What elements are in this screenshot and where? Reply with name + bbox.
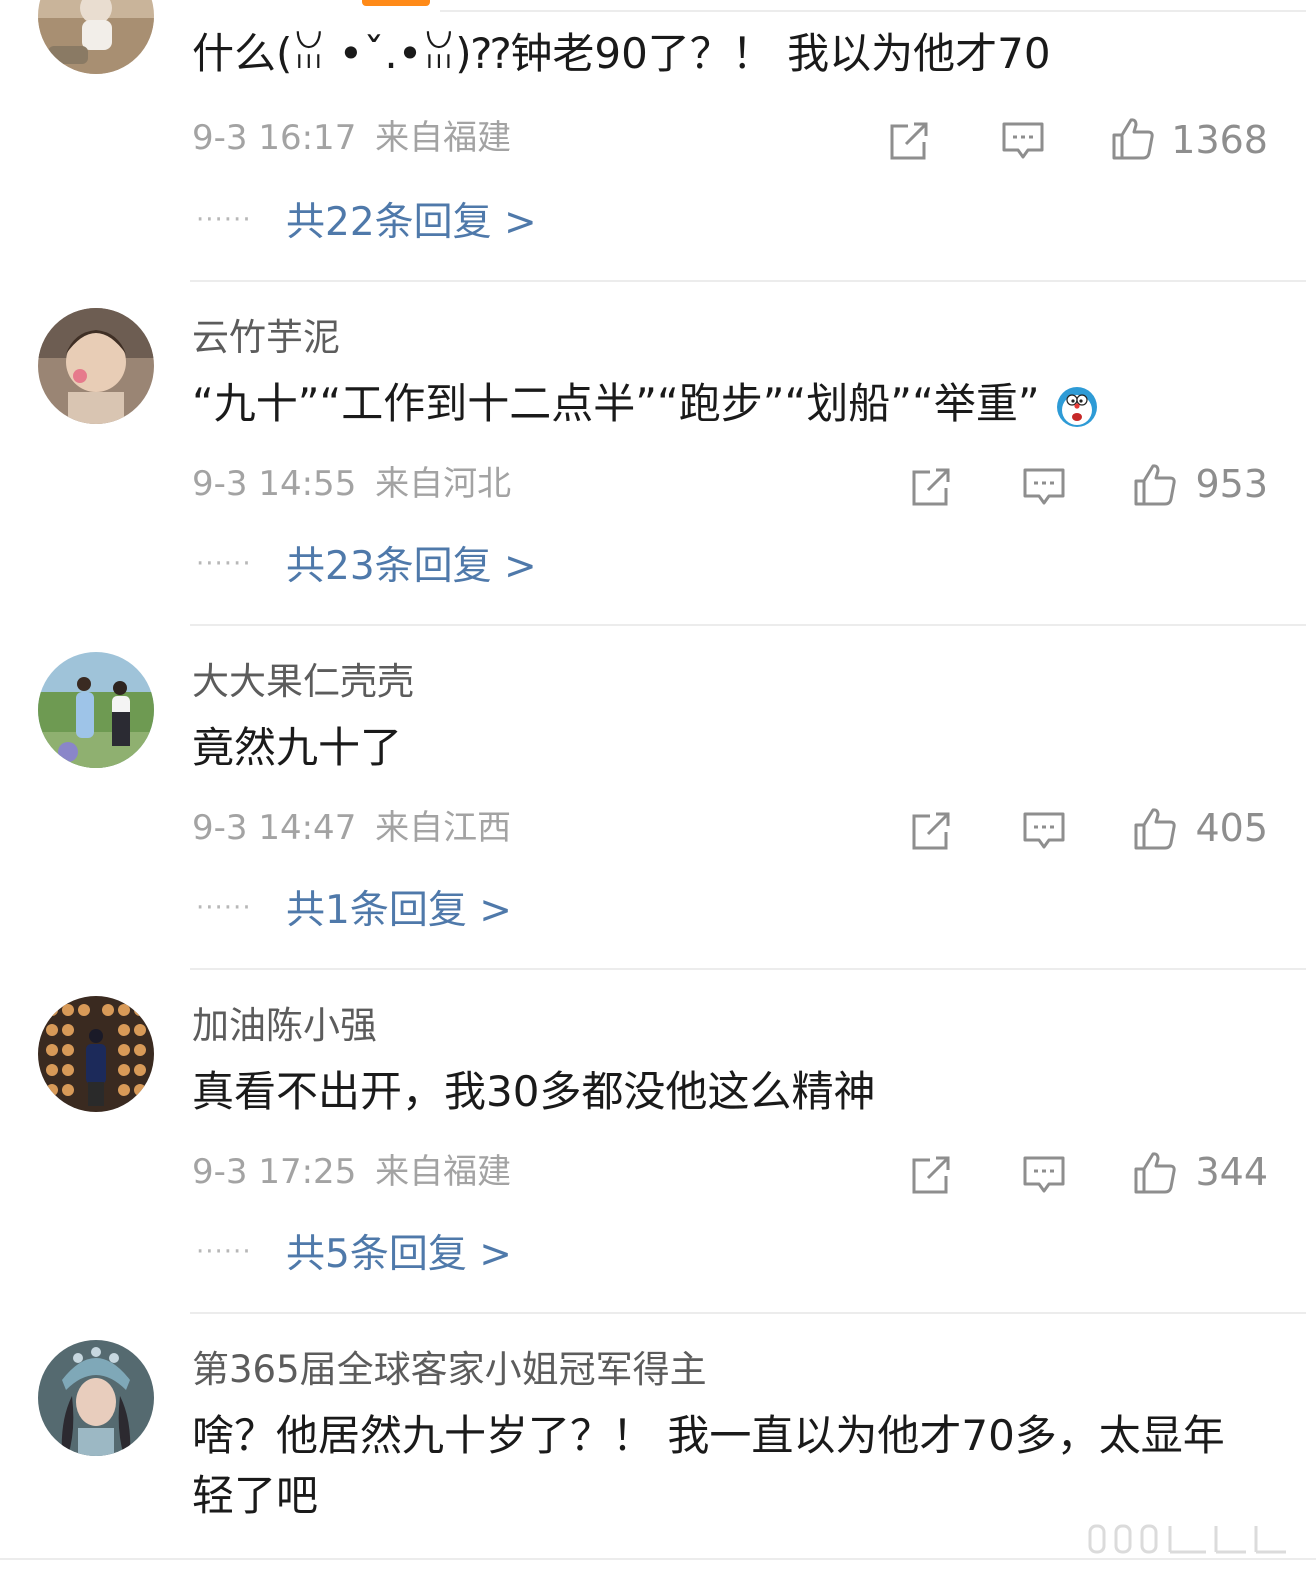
reply-dots: ······	[196, 205, 252, 235]
comment-location: 来自福建	[375, 1152, 512, 1192]
reply-dots: ······	[196, 1237, 252, 1267]
like-count: 1368	[1171, 118, 1268, 162]
comment-username[interactable]: 加油陈小强	[192, 1000, 377, 1052]
comment-time: 9-3 17:25	[192, 1152, 357, 1192]
share-icon[interactable]	[908, 464, 954, 510]
avatar[interactable]	[38, 308, 154, 424]
comment-meta: 9-3 14:55 来自河北	[192, 460, 511, 508]
avatar-image	[38, 652, 154, 768]
comment-text: 真看不出开，我30多都没他这么精神	[192, 1067, 876, 1116]
comment-meta: 9-3 16:17 来自福建	[192, 114, 511, 162]
view-replies-link[interactable]: 共23条回复 >	[286, 540, 537, 594]
doraemon-emoji-icon	[1055, 385, 1099, 429]
comment-time: 9-3 14:55	[192, 464, 357, 504]
share-icon[interactable]	[908, 808, 954, 854]
like-count: 344	[1195, 1150, 1268, 1194]
comment-location: 来自福建	[375, 118, 512, 158]
avatar-image	[38, 996, 154, 1112]
comment-username[interactable]: 云竹芋泥	[192, 312, 340, 364]
comment-divider	[190, 1312, 1306, 1314]
avatar-image	[38, 308, 154, 424]
comment-divider	[190, 968, 1306, 970]
comment-item: 什么(ꈍ •ˇ.•ꈍ)⁇钟老90了？！ 我以为他才70 9-3 16:17 来自…	[0, 0, 1316, 282]
comment-username[interactable]: 大大果仁壳壳	[192, 656, 414, 708]
comment-item: 加油陈小强 真看不出开，我30多都没他这么精神 9-3 17:25 来自福建 3…	[0, 996, 1316, 1314]
comment-divider	[190, 624, 1306, 626]
view-replies-link[interactable]: 共1条回复 >	[286, 884, 512, 938]
like-count: 405	[1195, 806, 1268, 850]
view-replies-link[interactable]: 共5条回复 >	[286, 1228, 512, 1282]
comment-icon[interactable]	[1021, 1152, 1067, 1198]
comment-username[interactable]: 第365届全球客家小姐冠军得主	[192, 1344, 707, 1396]
reply-dots: ······	[196, 893, 252, 923]
comment-location: 来自江西	[375, 808, 512, 848]
reply-dots: ······	[196, 549, 252, 579]
comment-time: 9-3 14:47	[192, 808, 357, 848]
like-count: 953	[1195, 462, 1268, 506]
comment-text: 竟然九十了	[192, 723, 403, 772]
share-icon[interactable]	[886, 118, 932, 164]
comment-item: 大大果仁壳壳 竟然九十了 9-3 14:47 来自江西 405 ······ 共…	[0, 652, 1316, 970]
avatar-image	[38, 0, 154, 74]
comment-icon[interactable]	[1021, 464, 1067, 510]
comment-meta: 9-3 17:25 来自福建	[192, 1148, 511, 1196]
thumbs-up-icon[interactable]	[1110, 116, 1156, 162]
comment-time: 9-3 16:17	[192, 118, 357, 158]
avatar[interactable]	[38, 0, 154, 74]
comment-text-content: “九十”“工作到十二点半”“跑步”“划船”“举重”	[192, 379, 1040, 428]
comment-text: “九十”“工作到十二点半”“跑步”“划船”“举重”	[192, 374, 1252, 434]
avatar[interactable]	[38, 996, 154, 1112]
avatar[interactable]	[38, 1340, 154, 1456]
view-replies-link[interactable]: 共22条回复 >	[286, 196, 537, 250]
watermark-logo	[1086, 1522, 1296, 1556]
comment-divider	[190, 280, 1306, 282]
comment-item: 云竹芋泥 “九十”“工作到十二点半”“跑步”“划船”“举重” 9-3 14:55…	[0, 308, 1316, 626]
avatar-image	[38, 1340, 154, 1456]
bottom-divider	[0, 1558, 1316, 1560]
comment-location: 来自河北	[375, 464, 512, 504]
comment-text: 什么(ꈍ •ˇ.•ꈍ)⁇钟老90了？！ 我以为他才70	[192, 29, 1051, 78]
comment-icon[interactable]	[1021, 808, 1067, 854]
share-icon[interactable]	[908, 1152, 954, 1198]
comment-meta: 9-3 14:47 来自江西	[192, 804, 511, 852]
comment-icon[interactable]	[1000, 118, 1046, 164]
avatar[interactable]	[38, 652, 154, 768]
comment-text: 啥？他居然九十岁了？！ 我一直以为他才70多，太显年轻了吧	[192, 1411, 1225, 1520]
